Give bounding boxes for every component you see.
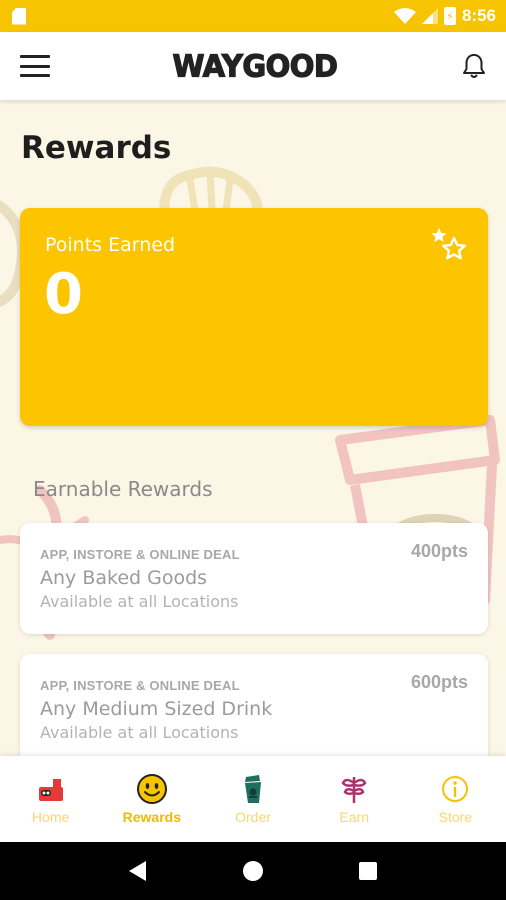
earnable-rewards-title: Earnable Rewards — [33, 477, 213, 501]
wifi-icon — [393, 8, 416, 24]
reward-tag: APP, INSTORE & ONLINE DEAL — [40, 547, 240, 562]
recents-square-icon[interactable] — [356, 859, 380, 883]
app-header: WAYGOOD — [0, 32, 506, 100]
nav-item-earn[interactable]: Earn — [304, 756, 405, 842]
home-circle-icon[interactable] — [241, 859, 265, 883]
bell-icon[interactable] — [460, 52, 488, 80]
stars-icon — [431, 228, 466, 260]
reward-card[interactable]: APP, INSTORE & ONLINE DEAL 600pts Any Me… — [20, 654, 488, 756]
status-time: 8:56 — [461, 6, 496, 25]
nav-label-store: Store — [438, 809, 473, 825]
page-title: Rewards — [21, 130, 172, 166]
system-navigation-bar — [0, 842, 506, 900]
nav-item-home[interactable]: Home — [0, 756, 101, 842]
back-icon[interactable] — [126, 859, 150, 883]
reward-name: Any Baked Goods — [40, 567, 208, 589]
reward-name: Any Medium Sized Drink — [40, 698, 273, 720]
reward-points: 600pts — [410, 672, 468, 692]
nav-label-earn: Earn — [339, 809, 369, 825]
brand-logo: WAYGOOD — [172, 48, 339, 85]
reward-availability: Available at all Locations — [40, 723, 239, 742]
sim-card-icon — [12, 7, 26, 25]
battery-icon: ⚡ — [443, 7, 456, 25]
nav-label-order: Order — [235, 809, 271, 825]
reward-availability: Available at all Locations — [40, 592, 239, 611]
reward-points: 400pts — [410, 541, 468, 561]
plant-icon — [341, 777, 367, 803]
home-icon — [38, 779, 63, 801]
smiley-icon — [136, 774, 167, 804]
battery-charging-glyph: ⚡ — [446, 10, 454, 23]
reward-card[interactable]: APP, INSTORE & ONLINE DEAL 400pts Any Ba… — [20, 523, 488, 634]
reward-tag: APP, INSTORE & ONLINE DEAL — [40, 678, 240, 693]
points-earned-value: 0 — [44, 262, 83, 327]
nav-label-home: Home — [31, 809, 70, 825]
hamburger-menu-icon[interactable] — [20, 55, 50, 77]
signal-icon — [421, 8, 438, 24]
status-bar: ⚡ 8:56 — [0, 0, 506, 32]
info-icon — [442, 776, 469, 802]
main-content[interactable]: Rewards Points Earned 0 Earnable Rewards… — [0, 100, 506, 756]
points-earned-card: Points Earned 0 — [20, 208, 488, 426]
bottom-navigation: Home Rewards Order Earn Store — [0, 756, 506, 842]
cup-icon — [245, 775, 261, 803]
nav-label-rewards: Rewards — [122, 809, 181, 825]
nav-item-order[interactable]: Order — [202, 756, 303, 842]
points-earned-label: Points Earned — [45, 234, 176, 256]
nav-item-store[interactable]: Store — [405, 756, 506, 842]
nav-item-rewards[interactable]: Rewards — [101, 756, 202, 842]
